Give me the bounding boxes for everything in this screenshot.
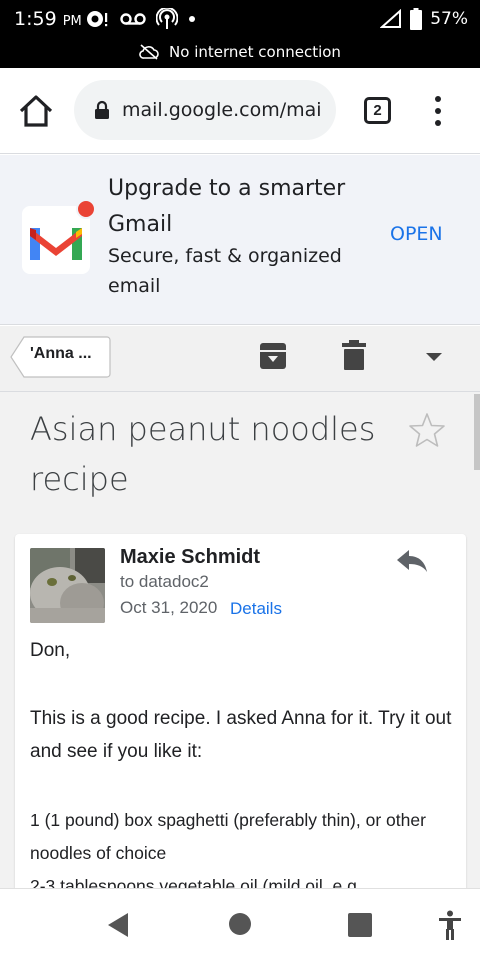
accessibility-icon[interactable] (438, 910, 462, 940)
upgrade-banner: Upgrade to a smarter Gmail Secure, fast … (0, 155, 480, 325)
menu-dot (435, 108, 441, 114)
banner-title: Upgrade to a smarter Gmail (108, 176, 346, 237)
email-content[interactable]: Asian peanut noodles recipe Maxie Schmid… (0, 392, 480, 888)
message-card: Maxie Schmidt to datadoc2 Oct 31, 2020 D… (15, 534, 466, 888)
body-ingredient-2: 2-3 tablespoons vegetable oil (mild oil,… (30, 876, 362, 888)
cloud-off-icon (139, 44, 159, 60)
browser-toolbar: mail.google.com/mail/ 2 (0, 68, 480, 154)
offline-text: No internet connection (169, 43, 341, 61)
menu-button[interactable] (428, 96, 448, 126)
url-bar[interactable]: mail.google.com/mail/ (74, 80, 336, 140)
details-link[interactable]: Details (230, 599, 282, 619)
battery-percent: 57% (430, 9, 468, 29)
archive-icon[interactable] (259, 342, 287, 370)
dot-icon (189, 16, 195, 22)
status-icons-right: 57% (380, 8, 468, 30)
trash-icon[interactable] (342, 340, 366, 370)
sender-name: Maxie Schmidt (120, 546, 261, 568)
avatar[interactable] (30, 548, 105, 623)
voicemail-icon (120, 13, 146, 25)
back-icon[interactable] (106, 912, 130, 938)
mail-toolbar: 'Anna ... (0, 326, 480, 392)
notification-alert-icon (87, 11, 108, 27)
status-row: 1:59 PM 57% (0, 0, 480, 38)
email-subject: Asian peanut noodles recipe (30, 410, 376, 498)
body-ingredient-1: 1 (1 pound) box spaghetti (preferably th… (30, 810, 426, 863)
hotspot-icon (156, 8, 178, 29)
home-circle-icon[interactable] (229, 913, 251, 935)
lock-icon (95, 100, 109, 119)
scrollbar[interactable] (474, 394, 480, 470)
offline-notice: No internet connection (0, 40, 480, 64)
tabs-button[interactable]: 2 (364, 97, 391, 124)
status-icons-left (86, 8, 196, 30)
status-time-value: 1:59 (14, 8, 57, 30)
star-icon[interactable] (408, 412, 446, 448)
reply-icon[interactable] (395, 548, 429, 574)
open-app-button[interactable]: OPEN (390, 223, 443, 245)
tab-count: 2 (373, 102, 382, 119)
body-greeting: Don, (30, 640, 71, 661)
back-label: 'Anna ... (30, 345, 92, 362)
menu-dot (435, 120, 441, 126)
message-date: Oct 31, 2020 (120, 598, 218, 617)
system-nav-bar (0, 888, 480, 960)
menu-dot (435, 96, 441, 102)
url-text: mail.google.com/mail/ (122, 99, 322, 121)
body-paragraph: This is a good recipe. I asked Anna for … (30, 708, 452, 762)
home-icon[interactable] (18, 94, 54, 128)
status-time: 1:59 PM (14, 8, 82, 30)
recents-icon[interactable] (348, 913, 372, 937)
status-time-suffix: PM (62, 14, 82, 29)
battery-icon (410, 8, 423, 30)
status-bar: 1:59 PM 57% No internet connection (0, 0, 480, 68)
notification-dot (76, 199, 96, 219)
signal-icon (380, 9, 402, 28)
recipient: to datadoc2 (120, 572, 209, 591)
banner-subtitle: Secure, fast & organized email (108, 245, 342, 297)
chevron-down-icon[interactable] (424, 350, 444, 364)
